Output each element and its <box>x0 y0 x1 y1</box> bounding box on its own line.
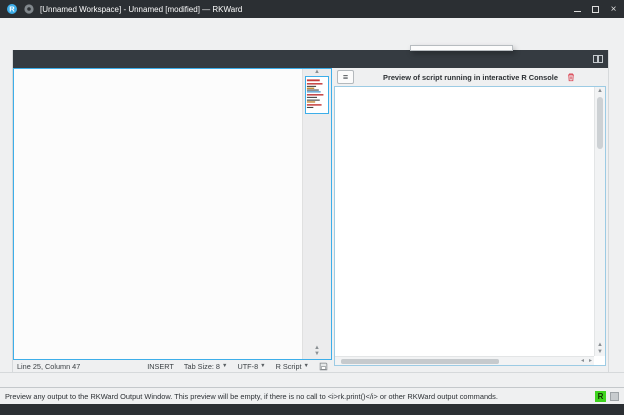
menubar <box>0 18 624 31</box>
scroll-down-icon[interactable]: ▼ <box>595 349 605 355</box>
status-indicator <box>610 392 619 401</box>
rkward-window: R [Unnamed Workspace] - Unnamed [modifie… <box>0 0 624 415</box>
rkward-logo-icon: R <box>6 3 18 15</box>
scroll-up-icon[interactable]: ▲ <box>303 69 331 75</box>
r-engine-status-badge[interactable]: R <box>595 391 606 402</box>
scroll-up-icon[interactable]: ▲ <box>595 88 605 94</box>
maximize-button[interactable] <box>591 5 600 14</box>
document-tabbar <box>13 50 608 68</box>
scroll-down-icon[interactable]: ▲ <box>595 342 605 348</box>
statusbar: Preview any output to the RKWard Output … <box>0 387 624 404</box>
script-editor[interactable]: ▲ ▲▼ <box>13 68 332 360</box>
encoding-select[interactable]: UTF-8▼ <box>237 362 265 371</box>
status-message: Preview any output to the RKWard Output … <box>5 392 595 401</box>
cursor-position: Line 25, Column 47 <box>17 362 80 371</box>
r-console-preview[interactable]: ▲ ▲ ▼ ◂ ▸ <box>334 86 606 366</box>
window-title: [Unnamed Workspace] - Unnamed [modified]… <box>40 5 573 14</box>
console-vertical-scrollbar[interactable]: ▲ ▲ ▼ <box>594 87 605 356</box>
right-dock-bar <box>608 50 624 372</box>
chevron-down-icon: ▼ <box>222 363 227 369</box>
scrollbar-thumb[interactable] <box>341 359 499 364</box>
highlight-mode-select[interactable]: R Script▼ <box>276 362 309 371</box>
split-view-icon[interactable] <box>592 53 604 65</box>
minimap-thumbnail[interactable] <box>305 76 329 114</box>
save-status-icon[interactable] <box>319 362 328 371</box>
preview-dropdown-menu <box>410 45 513 51</box>
left-dock-bar <box>0 50 13 372</box>
editor-scrollbar-minimap[interactable]: ▲ ▲▼ <box>302 69 331 359</box>
svg-text:R: R <box>9 5 15 14</box>
insert-mode[interactable]: INSERT <box>147 362 174 371</box>
scroll-left-icon[interactable]: ◂ <box>581 357 584 366</box>
close-button[interactable]: × <box>609 5 618 14</box>
console-output[interactable] <box>335 87 594 356</box>
code-area[interactable] <box>14 69 302 359</box>
scroll-right-icon[interactable]: ▸ <box>589 357 592 366</box>
scrollbar-thumb[interactable] <box>597 97 603 149</box>
titlebar: R [Unnamed Workspace] - Unnamed [modifie… <box>0 0 624 18</box>
bottom-toolview-bar <box>0 372 624 387</box>
scroll-down-icon[interactable]: ▲▼ <box>303 345 331 357</box>
chevron-down-icon: ▼ <box>304 363 309 369</box>
chevron-down-icon: ▼ <box>260 363 265 369</box>
minimize-button[interactable] <box>573 5 582 14</box>
close-preview-trash-icon[interactable] <box>566 72 576 82</box>
window-bottom-edge <box>0 404 624 415</box>
gear-icon <box>23 3 35 15</box>
console-horizontal-scrollbar[interactable]: ◂ ▸ <box>335 356 594 365</box>
toolbar <box>0 31 624 50</box>
editor-statusbar: Line 25, Column 47 INSERT Tab Size: 8▼ U… <box>13 360 332 372</box>
tab-size-select[interactable]: Tab Size: 8▼ <box>184 362 228 371</box>
